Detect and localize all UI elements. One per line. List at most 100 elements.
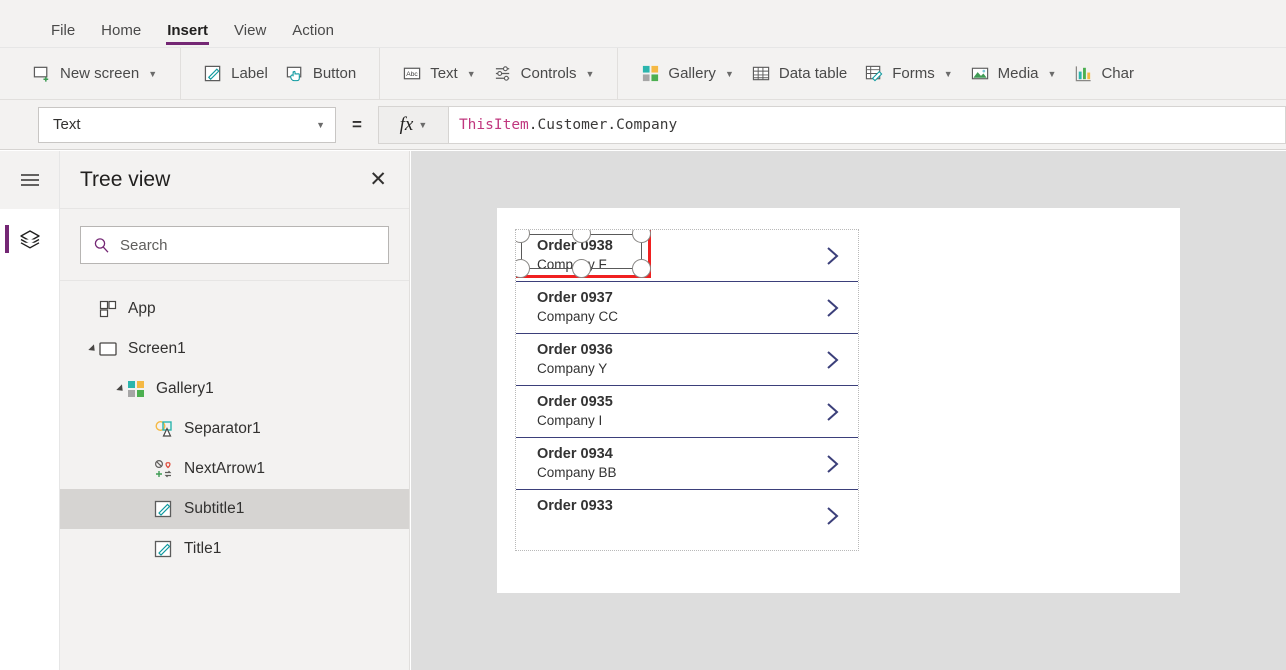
gallery-label: Gallery xyxy=(668,65,716,82)
twisty-expanded[interactable] xyxy=(112,384,126,394)
media-button[interactable]: Media ▼ xyxy=(962,57,1066,91)
search-input[interactable] xyxy=(120,236,376,254)
gallery-row[interactable]: Order 0936 Company Y xyxy=(516,334,858,386)
formula-token-object: ThisItem xyxy=(458,116,529,133)
tree-item-label: Title1 xyxy=(184,540,222,557)
twisty-expanded[interactable] xyxy=(84,344,98,354)
gallery-row[interactable]: Order 0935 Company I xyxy=(516,386,858,438)
button-icon xyxy=(286,66,302,82)
label-icon xyxy=(204,65,221,82)
title-label[interactable]: Order 0935 xyxy=(537,393,858,412)
menu-item-view[interactable]: View xyxy=(221,23,279,47)
property-selector[interactable]: Text ▼ xyxy=(38,106,336,143)
subtitle-label[interactable]: Company BB xyxy=(537,464,858,482)
formula-input[interactable]: ThisItem .Customer.Company xyxy=(447,105,1286,144)
forms-label: Forms xyxy=(892,65,935,82)
resize-handle-top-left[interactable] xyxy=(516,230,530,243)
rail-item-tree-view[interactable] xyxy=(0,209,59,269)
gallery-button[interactable]: Gallery ▼ xyxy=(632,57,742,91)
app-canvas: Order 0938 Company F Order 0937 Company … xyxy=(411,151,1286,670)
ribbon-group-data: Gallery ▼ Data table Forms ▼ Media ▼ Cha… xyxy=(618,48,1157,100)
title-label[interactable]: Order 0936 xyxy=(537,341,858,360)
icons-icon xyxy=(154,459,172,478)
media-label: Media xyxy=(997,65,1039,82)
data-table-button[interactable]: Data table xyxy=(743,57,856,91)
next-arrow-icon[interactable] xyxy=(824,348,842,372)
resize-handle-bottom-left[interactable] xyxy=(516,259,530,278)
tree-item-subtitle1[interactable]: Subtitle1 xyxy=(60,489,409,529)
text-button[interactable]: Abc Text ▼ xyxy=(394,57,484,91)
menu-item-insert[interactable]: Insert xyxy=(154,23,221,47)
tree-item-nextarrow1[interactable]: NextArrow1 xyxy=(60,449,409,489)
chevron-down-icon: ▼ xyxy=(466,68,476,79)
label-tree-icon xyxy=(154,540,172,558)
chevron-down-icon: ▼ xyxy=(724,68,734,79)
tree-search-container xyxy=(60,209,409,281)
app-icon xyxy=(99,300,117,318)
gallery-tree-icon xyxy=(128,381,144,397)
title-label[interactable]: Order 0933 xyxy=(537,497,858,516)
menu-item-file[interactable]: File xyxy=(38,23,88,47)
label-label: Label xyxy=(231,65,268,82)
selection-edge-top xyxy=(521,234,642,235)
controls-label: Controls xyxy=(520,65,577,82)
gallery-row[interactable]: Order 0937 Company CC xyxy=(516,282,858,334)
chevron-down-icon: ▼ xyxy=(316,119,325,130)
tree-item-list: App Screen1 Gallery1 Separator1 NextArro… xyxy=(60,281,409,569)
new-screen-button[interactable]: New screen ▼ xyxy=(24,57,166,91)
next-arrow-icon[interactable] xyxy=(824,244,842,268)
next-arrow-icon[interactable] xyxy=(824,452,842,476)
next-arrow-icon[interactable] xyxy=(824,400,842,424)
svg-text:Abc: Abc xyxy=(407,71,419,78)
screen-icon xyxy=(99,342,117,356)
close-icon[interactable]: ✕ xyxy=(369,169,387,190)
media-icon xyxy=(971,67,988,80)
chevron-down-icon: ▼ xyxy=(585,68,595,79)
tree-item-label: Subtitle1 xyxy=(184,500,245,517)
tree-item-label: Screen1 xyxy=(128,340,186,357)
formula-bar: Text ▼ = fx ▼ ThisItem .Customer.Company xyxy=(0,100,1286,150)
gallery-row[interactable]: Order 0934 Company BB xyxy=(516,438,858,490)
charts-button[interactable]: Char xyxy=(1065,57,1143,91)
new-screen-label: New screen xyxy=(60,65,140,82)
tree-item-separator1[interactable]: Separator1 xyxy=(60,409,409,449)
tree-search-box[interactable] xyxy=(80,226,389,264)
tree-item-gallery1[interactable]: Gallery1 xyxy=(60,369,409,409)
chevron-down-icon: ▼ xyxy=(148,68,158,79)
forms-button[interactable]: Forms ▼ xyxy=(856,57,961,91)
ribbon-toolbar: New screen ▼ Label Button Abc Text ▼ Con… xyxy=(0,47,1286,100)
subtitle-label[interactable]: Company F xyxy=(537,256,858,274)
tree-view-header: Tree view ✕ xyxy=(60,151,409,209)
next-arrow-icon[interactable] xyxy=(824,296,842,320)
label-tree-icon xyxy=(154,500,172,518)
screen1-surface[interactable]: Order 0938 Company F Order 0937 Company … xyxy=(497,208,1180,593)
button-button[interactable]: Button xyxy=(277,57,365,91)
fx-button[interactable]: fx ▼ xyxy=(377,105,448,144)
tree-item-app[interactable]: App xyxy=(60,289,409,329)
selection-edge-left xyxy=(521,234,522,269)
data-table-icon xyxy=(752,66,770,81)
title-label[interactable]: Order 0937 xyxy=(537,289,858,308)
gallery1-control[interactable]: Order 0938 Company F Order 0937 Company … xyxy=(515,229,859,551)
gallery-row[interactable]: Order 0938 Company F xyxy=(516,230,858,282)
tree-item-screen1[interactable]: Screen1 xyxy=(60,329,409,369)
new-screen-icon xyxy=(33,66,49,82)
menu-item-action[interactable]: Action xyxy=(279,23,347,47)
label-button[interactable]: Label xyxy=(195,57,277,91)
subtitle-label[interactable]: Company Y xyxy=(537,360,858,378)
title-label[interactable]: Order 0938 xyxy=(537,237,858,256)
title-label[interactable]: Order 0934 xyxy=(537,445,858,464)
hamburger-icon xyxy=(20,174,39,186)
subtitle-label[interactable]: Company I xyxy=(537,412,858,430)
hamburger-button[interactable] xyxy=(0,151,59,209)
subtitle-label[interactable]: Company CC xyxy=(537,308,858,326)
charts-icon xyxy=(1076,66,1092,82)
tree-item-title1[interactable]: Title1 xyxy=(60,529,409,569)
controls-icon xyxy=(495,66,509,81)
ribbon-group-screens: New screen ▼ xyxy=(0,47,182,100)
controls-button[interactable]: Controls ▼ xyxy=(485,57,604,91)
ribbon-group-input: Abc Text ▼ Controls ▼ xyxy=(380,47,619,100)
next-arrow-icon[interactable] xyxy=(824,504,842,528)
menu-item-home[interactable]: Home xyxy=(88,23,154,47)
gallery-row[interactable]: Order 0933 xyxy=(516,490,858,542)
